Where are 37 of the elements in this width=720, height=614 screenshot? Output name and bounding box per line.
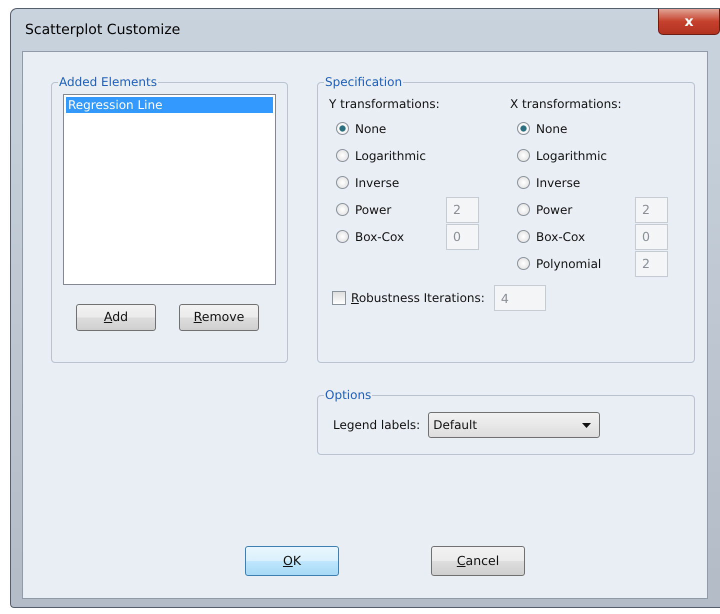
radio-button[interactable]	[517, 149, 530, 162]
radio-button[interactable]	[336, 203, 349, 216]
radio-label[interactable]: Power	[355, 200, 392, 218]
section-label: Y transformations:	[329, 96, 440, 113]
radio-button[interactable]	[336, 230, 349, 243]
window-title: Scatterplot Customize	[25, 21, 180, 40]
add-button[interactable]: Add	[76, 304, 156, 331]
section-label: X transformations:	[510, 96, 622, 113]
radio-label[interactable]: Polynomial	[536, 254, 602, 272]
cancel-button[interactable]: Cancel	[431, 546, 525, 576]
radio-label[interactable]: Logarithmic	[355, 146, 426, 164]
checkbox-label[interactable]: Robustness Iterations:	[351, 289, 485, 307]
radio-button[interactable]	[336, 122, 349, 135]
legend-labels-dropdown[interactable]: Default	[428, 412, 600, 438]
radio-label[interactable]: Box-Cox	[536, 228, 586, 246]
close-button[interactable]: x	[658, 9, 720, 35]
radio-button[interactable]	[517, 122, 530, 135]
radio-button[interactable]	[517, 203, 530, 216]
radio-button[interactable]	[517, 257, 530, 270]
radio-label[interactable]: Inverse	[355, 174, 400, 192]
group-title: Specification	[324, 74, 404, 90]
radio-label[interactable]: None	[536, 120, 568, 138]
ok-button[interactable]: OK	[245, 546, 339, 576]
field-label: Legend labels:	[333, 417, 420, 434]
checkbox[interactable]	[332, 291, 346, 305]
radio-label[interactable]: Inverse	[536, 174, 580, 192]
radio-button[interactable]	[336, 149, 349, 162]
remove-button[interactable]: Remove	[179, 304, 259, 331]
radio-button[interactable]	[336, 176, 349, 189]
radio-label[interactable]: Box-Cox	[355, 228, 404, 246]
group-title: Options	[324, 387, 372, 403]
radio-button[interactable]	[517, 176, 530, 189]
radio-label[interactable]: Logarithmic	[536, 146, 608, 164]
dropdown-arrow-icon	[582, 422, 592, 428]
radio-button[interactable]	[517, 230, 530, 243]
radio-label[interactable]: Power	[536, 200, 572, 218]
radio-label[interactable]: None	[355, 120, 386, 138]
